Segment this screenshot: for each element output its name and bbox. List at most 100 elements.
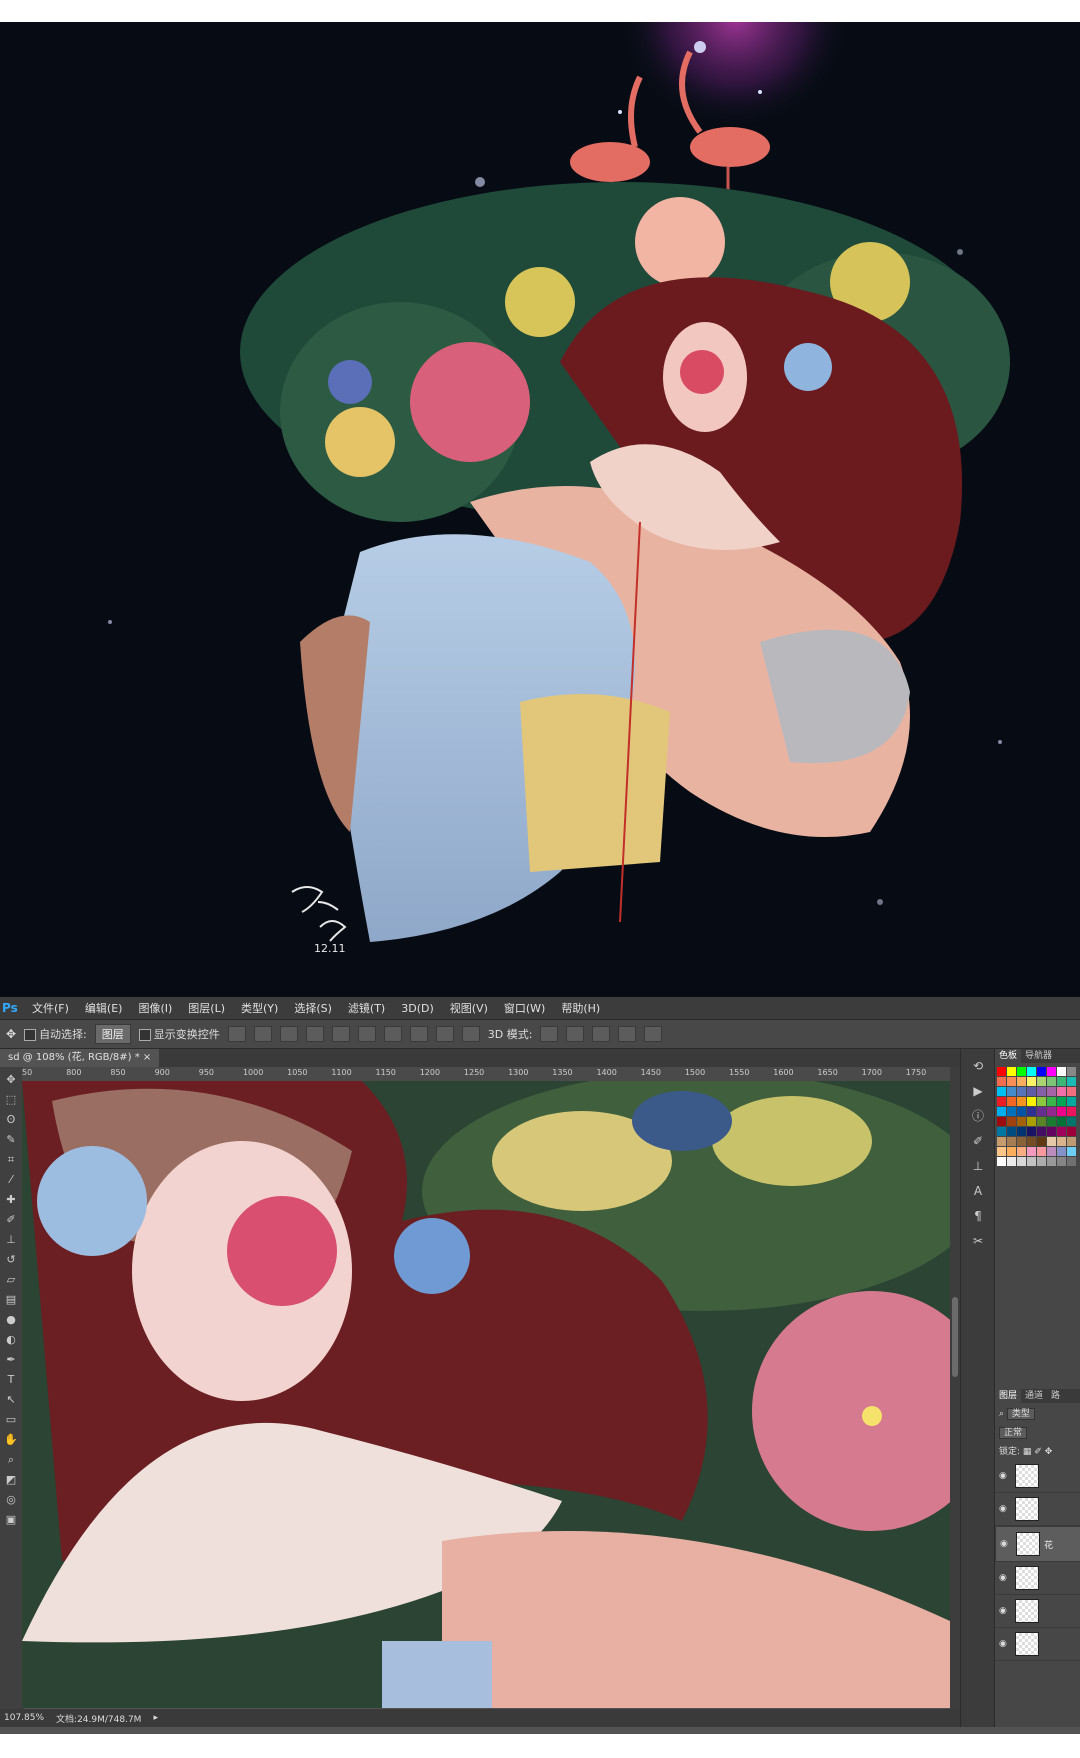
menu-select[interactable]: 选择(S) — [286, 1000, 340, 1016]
color-swatch[interactable] — [1037, 1117, 1046, 1126]
color-swatch[interactable] — [1057, 1067, 1066, 1076]
distribute-center-icon[interactable] — [409, 1026, 428, 1042]
color-swatch[interactable] — [1037, 1127, 1046, 1136]
healing-tool-icon[interactable]: ✚ — [4, 1193, 18, 1207]
color-swatch[interactable] — [1017, 1137, 1026, 1146]
color-swatch[interactable] — [997, 1127, 1006, 1136]
color-swatch[interactable] — [1027, 1117, 1036, 1126]
layer-filter[interactable]: ⌕ 类型 — [995, 1403, 1080, 1422]
hand-tool-icon[interactable]: ✋ — [4, 1433, 18, 1447]
eye-icon[interactable]: ◉ — [999, 1606, 1011, 1616]
quick-select-tool-icon[interactable]: ✎ — [4, 1133, 18, 1147]
color-swatch[interactable] — [1067, 1117, 1076, 1126]
color-swatch[interactable] — [1067, 1077, 1076, 1086]
blend-mode[interactable]: 正常 — [995, 1422, 1080, 1441]
color-swatch[interactable] — [997, 1097, 1006, 1106]
color-swatch[interactable] — [1067, 1137, 1076, 1146]
menu-3d[interactable]: 3D(D) — [393, 1002, 442, 1015]
color-swatch[interactable] — [1007, 1067, 1016, 1076]
zoom-tool-icon[interactable]: ⌕ — [4, 1453, 18, 1467]
3d-rotate-icon[interactable] — [540, 1026, 559, 1042]
color-swatch[interactable] — [997, 1107, 1006, 1116]
color-swatch[interactable] — [997, 1077, 1006, 1086]
close-icon[interactable]: × — [143, 1052, 151, 1063]
brush-tool-icon[interactable]: ✐ — [4, 1213, 18, 1227]
color-swatch[interactable] — [1007, 1127, 1016, 1136]
tab-swatches[interactable]: 色板 — [995, 1049, 1022, 1063]
color-swatch[interactable] — [1037, 1097, 1046, 1106]
eye-icon[interactable]: ◉ — [999, 1573, 1011, 1583]
tab-layers[interactable]: 图层 — [995, 1389, 1022, 1403]
color-swatch[interactable] — [1007, 1077, 1016, 1086]
color-swatch[interactable] — [1037, 1067, 1046, 1076]
3d-slide-icon[interactable] — [618, 1026, 637, 1042]
color-swatch[interactable] — [1007, 1157, 1016, 1166]
tab-navigator[interactable]: 导航器 — [1021, 1049, 1056, 1063]
color-swatch[interactable] — [1027, 1087, 1036, 1096]
color-swatch[interactable] — [1067, 1087, 1076, 1096]
color-swatch[interactable] — [1057, 1137, 1066, 1146]
scroll-thumb[interactable] — [952, 1297, 958, 1377]
color-swatch[interactable] — [1057, 1157, 1066, 1166]
color-swatch[interactable] — [997, 1157, 1006, 1166]
menu-view[interactable]: 视图(V) — [442, 1000, 496, 1016]
distribute-bottom-icon[interactable] — [435, 1026, 454, 1042]
color-swatch[interactable] — [1027, 1157, 1036, 1166]
paragraph-panel-icon[interactable]: ¶ — [970, 1208, 986, 1224]
eye-icon[interactable]: ◉ — [999, 1639, 1011, 1649]
color-swatch[interactable] — [1017, 1147, 1026, 1156]
color-swatch[interactable] — [1057, 1117, 1066, 1126]
quick-mask-icon[interactable]: ◎ — [4, 1493, 18, 1507]
brush-panel-icon[interactable]: ✐ — [970, 1133, 986, 1149]
menu-edit[interactable]: 编辑(E) — [77, 1000, 131, 1016]
color-swatch[interactable] — [1037, 1077, 1046, 1086]
color-swatch[interactable] — [997, 1087, 1006, 1096]
screen-mode-icon[interactable]: ▣ — [4, 1513, 18, 1527]
move-tool-icon[interactable]: ✥ — [4, 1073, 18, 1087]
type-tool-icon[interactable]: T — [4, 1373, 18, 1387]
menu-type[interactable]: 类型(Y) — [233, 1000, 286, 1016]
layer-row[interactable]: ◉ — [995, 1493, 1080, 1526]
color-swatch[interactable] — [1007, 1097, 1016, 1106]
tab-paths[interactable]: 路 — [1047, 1389, 1064, 1403]
eye-icon[interactable]: ◉ — [999, 1504, 1011, 1514]
pen-tool-icon[interactable]: ✒ — [4, 1353, 18, 1367]
color-swatch[interactable] — [1047, 1097, 1056, 1106]
color-swatch[interactable] — [997, 1067, 1006, 1076]
ps-logo-icon[interactable]: Ps — [0, 997, 24, 1019]
color-swatch[interactable] — [1027, 1147, 1036, 1156]
color-swatch[interactable] — [1007, 1117, 1016, 1126]
layer-row[interactable]: ◉ — [995, 1460, 1080, 1493]
color-swatch[interactable] — [1037, 1147, 1046, 1156]
color-swatch[interactable] — [1047, 1087, 1056, 1096]
color-swatch[interactable] — [1067, 1147, 1076, 1156]
color-swatch[interactable] — [1047, 1117, 1056, 1126]
color-swatch[interactable] — [1037, 1157, 1046, 1166]
layer-row-selected[interactable]: ◉ 花 — [995, 1526, 1080, 1562]
clone-source-icon[interactable]: ⊥ — [970, 1158, 986, 1174]
color-swatch[interactable] — [1047, 1137, 1056, 1146]
color-swatch[interactable] — [1017, 1157, 1026, 1166]
layer-row[interactable]: ◉ — [995, 1628, 1080, 1661]
color-swatch[interactable] — [1047, 1127, 1056, 1136]
color-swatch[interactable] — [997, 1117, 1006, 1126]
info-panel-icon[interactable]: ⓘ — [970, 1108, 986, 1124]
color-swatch[interactable] — [1047, 1157, 1056, 1166]
eraser-tool-icon[interactable]: ▱ — [4, 1273, 18, 1287]
3d-pan-icon[interactable] — [592, 1026, 611, 1042]
color-swatch[interactable] — [1027, 1077, 1036, 1086]
color-swatch[interactable] — [997, 1147, 1006, 1156]
color-swatch[interactable] — [1027, 1127, 1036, 1136]
menu-layer[interactable]: 图层(L) — [180, 1000, 233, 1016]
marquee-tool-icon[interactable]: ⬚ — [4, 1093, 18, 1107]
color-swatch[interactable] — [1057, 1127, 1066, 1136]
tools-preset-icon[interactable]: ✂ — [970, 1233, 986, 1249]
color-swatch[interactable] — [1047, 1147, 1056, 1156]
color-swatch[interactable] — [1007, 1137, 1016, 1146]
path-select-tool-icon[interactable]: ↖ — [4, 1393, 18, 1407]
color-swatch[interactable] — [1067, 1067, 1076, 1076]
eye-icon[interactable]: ◉ — [1000, 1539, 1012, 1549]
auto-select-checkbox[interactable]: 自动选择: — [24, 1026, 87, 1042]
color-swatch[interactable] — [1007, 1087, 1016, 1096]
color-swatch[interactable] — [1037, 1087, 1046, 1096]
